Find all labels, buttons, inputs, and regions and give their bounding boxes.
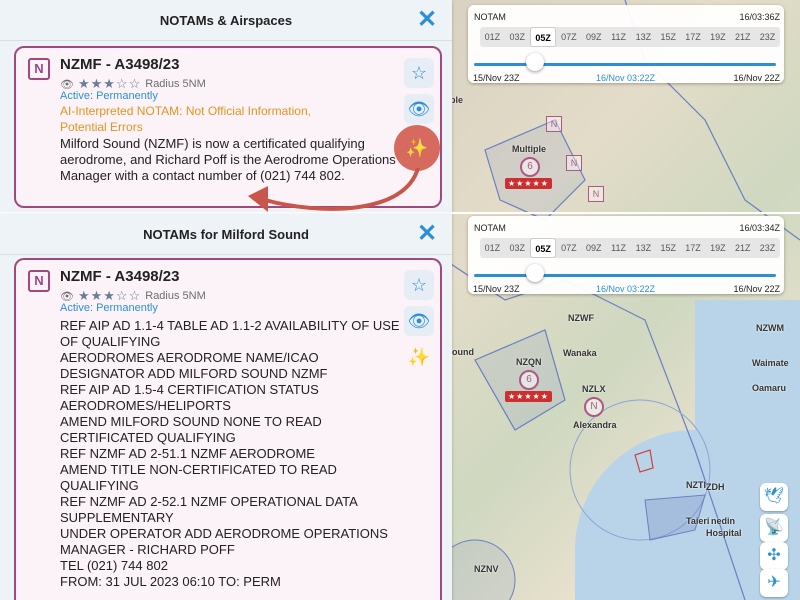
time-slider-track[interactable] (474, 274, 776, 277)
hour-09[interactable]: 09Z (581, 238, 606, 258)
airport-marker[interactable]: 6 (519, 370, 539, 390)
airport-marker[interactable]: 6 (520, 157, 540, 177)
map-view[interactable] (445, 0, 800, 600)
airplane-icon[interactable]: ✈ (760, 569, 788, 597)
hour-21[interactable]: 21Z (730, 27, 755, 47)
panel-title: NOTAMs for Milford Sound (143, 226, 309, 242)
notam-badge-icon: N (28, 58, 50, 80)
eye-icon: 👁 (60, 78, 74, 91)
timebar-end: 16/Nov 22Z (733, 73, 780, 83)
hour-01[interactable]: 01Z (480, 27, 505, 47)
hour-07[interactable]: 07Z (556, 27, 581, 47)
map-label-nzlx: NZLX (582, 384, 606, 394)
panel-title: NOTAMs & Airspaces (159, 12, 293, 28)
active-status: Active: Permanently (60, 90, 158, 102)
hour-11[interactable]: 11Z (606, 27, 631, 47)
timebar-current: 16/03:36Z (739, 12, 780, 22)
map-label-hospital: Hospital (706, 528, 742, 538)
notam-badge-icon: N (28, 270, 50, 292)
notam-card[interactable]: N NZMF - A3498/23 👁 ★★★☆☆ Radius 5NM Act… (14, 258, 442, 600)
hour-09[interactable]: 09Z (581, 27, 606, 47)
map-label-alexandra: Alexandra (573, 420, 617, 430)
hour-11[interactable]: 11Z (606, 238, 631, 258)
active-status: Active: Permanently (60, 302, 158, 314)
radius-text: Radius 5NM (145, 78, 206, 90)
notam-card[interactable]: N NZMF - A3498/23 👁 ★★★☆☆ Radius 5NM Act… (14, 46, 442, 208)
hour-05[interactable]: 05Z (529, 238, 557, 258)
map-label-waimate: Waimate (752, 358, 789, 368)
radar-icon[interactable]: 📡 (760, 514, 788, 542)
radius-text: Radius 5NM (145, 290, 206, 302)
notam-id: NZMF - A3498/23 (60, 268, 180, 285)
map-label-nzti: NZTI (686, 480, 706, 490)
hour-03[interactable]: 03Z (505, 238, 530, 258)
hour-21[interactable]: 21Z (730, 238, 755, 258)
hour-selector[interactable]: 01Z 03Z 05Z 07Z 09Z 11Z 13Z 15Z 17Z 19Z … (480, 238, 780, 258)
close-icon[interactable]: ✕ (416, 222, 438, 246)
timebar-end: 16/Nov 22Z (733, 284, 780, 294)
hour-23[interactable]: 23Z (755, 238, 780, 258)
hour-01[interactable]: 01Z (480, 238, 505, 258)
map-label-nzwf: NZWF (568, 313, 594, 323)
magic-wand-icon[interactable]: ✨ (404, 342, 434, 372)
hour-selector[interactable]: 01Z 03Z 05Z 07Z 09Z 11Z 13Z 15Z 17Z 19Z … (480, 27, 780, 47)
notams-milford-panel: NOTAMs for Milford Sound ✕ N NZMF - A349… (0, 214, 452, 600)
hour-17[interactable]: 17Z (681, 238, 706, 258)
star-favorite-icon[interactable]: ☆ (404, 270, 434, 300)
notam-marker[interactable]: N (566, 155, 582, 171)
eye-toggle-icon[interactable]: 👁 (404, 94, 434, 124)
eye-toggle-icon[interactable]: 👁 (404, 306, 434, 336)
map-label-wanaka: Wanaka (563, 348, 597, 358)
close-icon[interactable]: ✕ (416, 8, 438, 32)
map-label-dunedin: nedin (711, 516, 735, 526)
airspace-overlay (445, 0, 800, 600)
map-label-nzqn: NZQN (516, 357, 542, 367)
notam-id: NZMF - A3498/23 (60, 56, 180, 73)
bird-icon[interactable]: 🕊 (760, 483, 788, 511)
notams-airspaces-panel: NOTAMs & Airspaces ✕ N NZMF - A3498/23 👁… (0, 0, 452, 212)
timebar-label: NOTAM (474, 223, 506, 233)
hour-07[interactable]: 07Z (556, 238, 581, 258)
timebar-current: 16/03:34Z (739, 223, 780, 233)
hour-19[interactable]: 19Z (705, 27, 730, 47)
timebar-label: NOTAM (474, 12, 506, 22)
map-label-multiple: Multiple (512, 144, 546, 154)
magic-wand-icon[interactable]: ✨ (394, 125, 440, 171)
timebar-mid: 16/Nov 03:22Z (596, 73, 656, 83)
notam-marker[interactable]: N (546, 116, 562, 132)
eye-icon: 👁 (60, 290, 74, 303)
hour-19[interactable]: 19Z (705, 238, 730, 258)
hour-03[interactable]: 03Z (505, 27, 530, 47)
time-slider-knob[interactable] (526, 53, 544, 71)
raw-notam-text: REF AIP AD 1.1-4 TABLE AD 1.1-2 AVAILABI… (60, 318, 400, 589)
timebar-bottom[interactable]: NOTAM 16/03:34Z 01Z 03Z 05Z 07Z 09Z 11Z … (468, 216, 784, 294)
hour-23[interactable]: 23Z (755, 27, 780, 47)
ai-summary: Milford Sound (NZMF) is now a certificat… (60, 136, 396, 183)
ai-warning: AI-Interpreted NOTAM: Not Official Infor… (60, 104, 311, 134)
map-label-nznv: NZNV (474, 564, 499, 574)
hour-17[interactable]: 17Z (681, 27, 706, 47)
map-label-nzdh: ZDH (706, 482, 725, 492)
map-label-nzwm: NZWM (756, 323, 784, 333)
star-favorite-icon[interactable]: ☆ (404, 58, 434, 88)
map-label-taieri: Taieri (686, 516, 710, 526)
hour-15[interactable]: 15Z (656, 27, 681, 47)
timebar-mid: 16/Nov 03:22Z (596, 284, 656, 294)
hour-15[interactable]: 15Z (656, 238, 681, 258)
map-label-sound: ound (452, 347, 474, 357)
time-slider-knob[interactable] (526, 264, 544, 282)
timebar-top[interactable]: NOTAM 16/03:36Z 01Z 03Z 05Z 07Z 09Z 11Z … (468, 5, 784, 83)
time-slider-track[interactable] (474, 63, 776, 66)
notam-marker[interactable]: N (588, 186, 604, 202)
rating-badge: ★★★★★ (505, 391, 552, 402)
drone-icon[interactable]: ✣ (760, 542, 788, 570)
rating-badge: ★★★★★ (505, 178, 552, 189)
hour-13[interactable]: 13Z (631, 27, 656, 47)
timebar-start: 15/Nov 23Z (473, 284, 520, 294)
hour-05[interactable]: 05Z (529, 27, 557, 47)
airport-marker[interactable]: N (584, 397, 604, 417)
hour-13[interactable]: 13Z (631, 238, 656, 258)
map-label-oamaru: Oamaru (752, 383, 787, 393)
timebar-start: 15/Nov 23Z (473, 73, 520, 83)
